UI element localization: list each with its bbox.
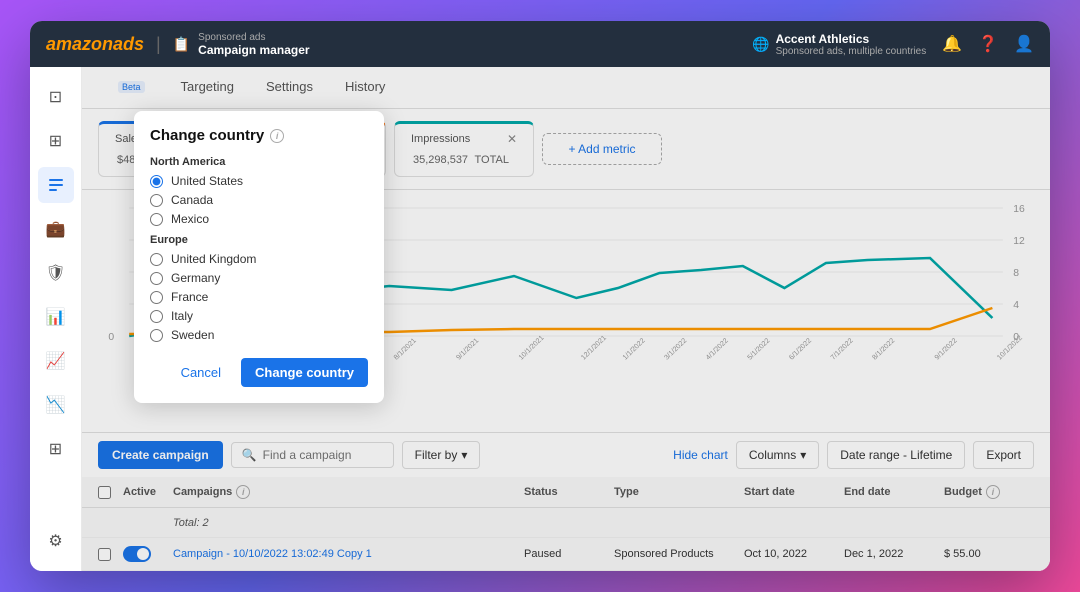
sidebar-item-reports[interactable]: 📊 xyxy=(38,299,74,335)
account-name: Accent Athletics xyxy=(776,32,927,46)
sidebar-item-grid[interactable]: ⊞ xyxy=(38,123,74,159)
radio-sweden[interactable]: Sweden xyxy=(150,328,368,342)
campaign-manager-label: Campaign manager xyxy=(198,43,309,57)
radio-canada[interactable]: Canada xyxy=(150,193,368,207)
radio-uk[interactable]: United Kingdom xyxy=(150,252,368,266)
header-left: amazonads | 📋 Sponsored ads Campaign man… xyxy=(46,32,310,57)
sidebar-item-shield[interactable]: 🛡 xyxy=(38,255,74,291)
radio-mexico[interactable]: Mexico xyxy=(150,212,368,226)
account-info[interactable]: 🌐 Accent Athletics Sponsored ads, multip… xyxy=(752,32,926,57)
amazon-ads-logo: amazonads xyxy=(46,34,144,55)
main-layout: ⊡ ⊞ 💼 🛡 📊 📈 📉 ⊞ ⚙ Beta Targeting xyxy=(30,67,1050,571)
app-window: amazonads | 📋 Sponsored ads Campaign man… xyxy=(30,21,1050,571)
user-icon[interactable]: 👤 xyxy=(1014,34,1034,54)
radio-germany[interactable]: Germany xyxy=(150,271,368,285)
sidebar-item-home[interactable]: ⊡ xyxy=(38,79,74,115)
sidebar-item-barchart[interactable]: 📉 xyxy=(38,387,74,423)
sidebar-item-campaigns[interactable] xyxy=(38,167,74,203)
sidebar-item-apps[interactable]: ⊞ xyxy=(38,431,74,467)
sidebar-item-portfolios[interactable]: 💼 xyxy=(38,211,74,247)
modal-title: Change country i xyxy=(150,127,368,144)
header-app-info: 📋 Sponsored ads Campaign manager xyxy=(173,32,310,57)
help-icon[interactable]: ❓ xyxy=(978,34,998,54)
sidebar: ⊡ ⊞ 💼 🛡 📊 📈 📉 ⊞ ⚙ xyxy=(30,67,82,571)
modal-info-icon: i xyxy=(270,129,284,143)
sidebar-item-trending[interactable]: 📈 xyxy=(38,343,74,379)
notification-icon[interactable]: 🔔 xyxy=(942,34,962,54)
radio-italy[interactable]: Italy xyxy=(150,309,368,323)
cancel-button[interactable]: Cancel xyxy=(169,358,233,387)
header-right: 🌐 Accent Athletics Sponsored ads, multip… xyxy=(752,32,1034,57)
account-sub: Sponsored ads, multiple countries xyxy=(776,46,927,57)
header: amazonads | 📋 Sponsored ads Campaign man… xyxy=(30,21,1050,67)
region-europe: Europe xyxy=(150,234,368,246)
sidebar-item-settings[interactable]: ⚙ xyxy=(38,523,74,559)
change-country-modal: Change country i North America United St… xyxy=(134,111,384,403)
radio-france[interactable]: France xyxy=(150,290,368,304)
modal-buttons: Cancel Change country xyxy=(150,358,368,387)
globe-icon: 🌐 xyxy=(752,36,769,53)
radio-united-states[interactable]: United States xyxy=(150,174,368,188)
sponsored-ads-label: Sponsored ads xyxy=(198,32,309,43)
content-area: Beta Targeting Settings History Sales xyxy=(82,67,1050,571)
campaign-manager-text-group: Sponsored ads Campaign manager xyxy=(198,32,309,57)
region-north-america: North America xyxy=(150,156,368,168)
campaign-manager-icon: 📋 xyxy=(173,36,190,53)
change-country-confirm-button[interactable]: Change country xyxy=(241,358,368,387)
